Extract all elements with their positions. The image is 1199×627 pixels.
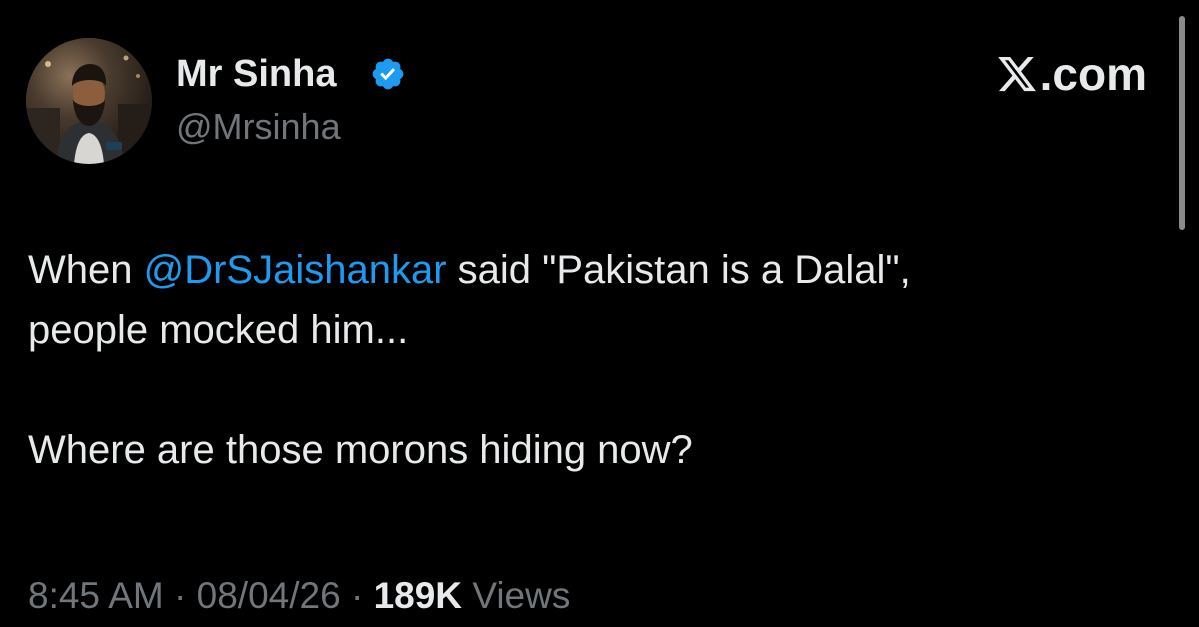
brand-domain: .com [1039, 48, 1147, 100]
tweet-line-3: Where are those morons hiding now? [28, 428, 693, 472]
tweet-time[interactable]: 8:45 AM [28, 575, 164, 616]
tweet-line-1-prefix: When [28, 248, 144, 292]
verified-badge-icon[interactable] [370, 56, 406, 92]
tweet-line-1: When @DrSJaishankar said "Pakistan is a … [28, 240, 1158, 300]
tweet-date[interactable]: 08/04/26 [197, 575, 341, 616]
tweet-meta: 8:45 AM · 08/04/26 · 189K Views [28, 574, 570, 618]
views-label: Views [472, 575, 571, 616]
meta-separator: · [174, 575, 187, 616]
avatar[interactable] [26, 38, 152, 164]
tweet-text: When @DrSJaishankar said "Pakistan is a … [28, 240, 1158, 480]
brand-logo: .com [996, 48, 1147, 100]
display-name[interactable]: Mr Sinha [176, 52, 336, 96]
mention-link[interactable]: @DrSJaishankar [144, 248, 447, 292]
scrollbar[interactable] [1179, 16, 1185, 230]
tweet-line-2: people mocked him... [28, 308, 409, 352]
x-logo-icon [997, 56, 1036, 92]
tweet-line-1-suffix: said "Pakistan is a Dalal", [446, 248, 911, 292]
avatar-photo [26, 38, 152, 164]
meta-separator: · [350, 575, 364, 616]
views-count[interactable]: 189K [374, 575, 462, 616]
author-handle[interactable]: @Mrsinha [176, 106, 341, 148]
